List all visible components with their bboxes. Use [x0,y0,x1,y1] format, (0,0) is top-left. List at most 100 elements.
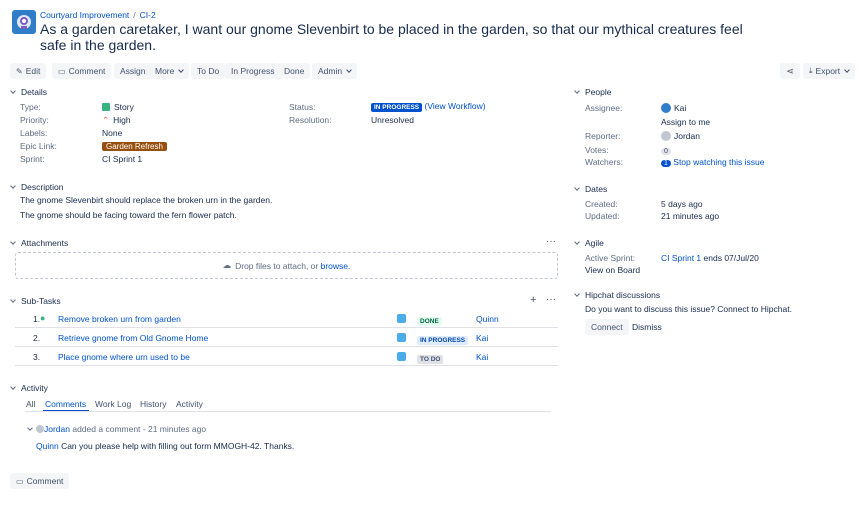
browse-link[interactable]: browse. [321,261,351,271]
breadcrumb-issue-key[interactable]: CI-2 [140,10,156,20]
tab-history[interactable]: History [140,399,166,409]
subtask-number: 2. [33,333,41,343]
attachments-more-icon[interactable]: ··· [546,236,556,247]
chevron-down-icon [574,291,580,297]
created-label: Created: [585,199,618,209]
subtask-assignee[interactable]: Kai [476,352,488,362]
subtask-summary[interactable]: Remove broken urn from garden [58,314,181,324]
comment-mention-link[interactable]: Quinn [36,441,59,451]
description-line-1[interactable]: The gnome Slevenbirt should replace the … [20,195,272,205]
chevron-down-icon[interactable] [27,425,33,431]
project-avatar[interactable] [12,10,36,34]
subtask-type-icon [397,352,406,361]
add-comment-button[interactable]: ▭ Comment [10,473,70,489]
comment-body: Quinn Can you please help with filling o… [36,441,295,451]
description-section-toggle[interactable]: Description [10,182,64,192]
chevron-down-icon [10,297,16,303]
chevron-down-icon [178,67,185,73]
to-do-button[interactable]: To Do [191,63,226,79]
assignee-label: Assignee: [585,103,623,113]
chevron-down-icon [574,88,580,94]
chevron-down-icon [346,67,352,73]
comment-header: Jordan added a comment - 21 minutes ago [27,424,207,434]
agile-section-toggle[interactable]: Agile [574,238,604,248]
active-sprint-label: Active Sprint: [585,253,636,263]
assign-to-me-link[interactable]: Assign to me [661,117,710,127]
status-badge: IN PROGRESS [371,103,423,112]
view-on-board-link[interactable]: View on Board [585,265,640,275]
tabs-divider [25,411,551,412]
reporter-label: Reporter: [585,131,621,141]
more-button[interactable]: More [149,63,190,79]
admin-button[interactable]: Admin [312,63,358,79]
activity-section-toggle[interactable]: Activity [10,383,48,393]
avatar [661,131,671,141]
dates-section-toggle[interactable]: Dates [574,184,607,194]
priority-label: Priority: [20,115,49,125]
tab-work-log[interactable]: Work Log [95,399,131,409]
view-workflow-link[interactable]: (View Workflow) [425,101,486,111]
labels-value: None [102,128,123,138]
tab-all[interactable]: All [26,399,35,409]
tab-activity[interactable]: Activity [176,399,203,409]
breadcrumb-project[interactable]: Courtyard Improvement [40,10,129,20]
comment-button[interactable]: ▭ Comment [52,63,112,79]
check-circle-icon: ● [40,313,46,323]
user-avatar-icon [36,425,44,433]
export-button[interactable]: ⤓ Export [803,63,856,79]
connect-button[interactable]: Connect [585,319,629,335]
watchers-count-badge: 1 [661,160,671,167]
pencil-icon: ✎ [16,66,23,76]
breadcrumb: Courtyard Improvement / CI-2 [40,10,156,20]
priority-high-icon: ⌃ [102,115,110,125]
chevron-down-icon [10,384,16,390]
subtask-type-icon [397,333,406,342]
story-icon [102,103,110,111]
subtask-row: 2. Retrieve gnome from Old Gnome Home IN… [15,329,558,347]
subtask-assignee[interactable]: Kai [476,333,488,343]
subtasks-section-toggle[interactable]: Sub-Tasks [10,296,61,306]
cloud-upload-icon: ☁ [222,260,232,270]
comment-author-link[interactable]: Jordan [44,424,70,434]
attachments-section-toggle[interactable]: Attachments [10,238,68,248]
labels-label: Labels: [20,128,48,138]
subtasks-more-icon[interactable]: ··· [546,294,556,305]
comment-icon: ▭ [16,476,24,486]
resolution-value: Unresolved [371,115,414,125]
epic-link-value[interactable]: Garden Refresh [102,141,167,151]
sprint-link[interactable]: CI Sprint 1 [661,253,701,263]
add-subtask-icon[interactable]: + [530,294,536,306]
comment-icon: ▭ [58,66,66,76]
share-button[interactable]: ⋖ [780,63,800,79]
subtask-summary[interactable]: Retrieve gnome from Old Gnome Home [58,333,208,343]
votes-value[interactable]: 0 [661,145,671,155]
dismiss-link[interactable]: Dismiss [632,322,662,332]
resolution-label: Resolution: [289,115,332,125]
avatar [661,103,671,113]
attachment-dropzone[interactable]: ☁ Drop files to attach, or browse. [15,252,558,279]
hipchat-section-toggle[interactable]: Hipchat discussions [574,290,660,300]
edit-button[interactable]: ✎ Edit [10,63,47,79]
people-section-toggle[interactable]: People [574,87,611,97]
share-icon: ⋖ [786,65,794,76]
active-sprint-value: CI Sprint 1 ends 07/Jul/20 [661,253,759,263]
subtask-assignee[interactable]: Quinn [476,314,499,324]
chevron-down-icon [574,239,580,245]
breadcrumb-separator: / [133,10,136,20]
comment-meta: added a comment - 21 minutes ago [72,424,207,434]
chevron-down-icon [574,185,580,191]
assign-button[interactable]: Assign [114,63,152,79]
chevron-down-icon [10,88,16,94]
in-progress-button[interactable]: In Progress [225,63,281,79]
tab-comments[interactable]: Comments [45,399,86,409]
subtask-row: 1. ● Remove broken urn from garden DONE … [15,310,558,328]
details-section-toggle[interactable]: Details [10,87,47,97]
stop-watching-link[interactable]: Stop watching this issue [673,157,764,167]
assignee-value: Kai [661,103,686,113]
done-button[interactable]: Done [278,63,311,79]
description-line-2[interactable]: The gnome should be facing toward the fe… [20,210,237,220]
subtask-summary[interactable]: Place gnome where urn used to be [58,352,190,362]
updated-value: 21 minutes ago [661,211,720,221]
reporter-value: Jordan [661,131,700,141]
chevron-down-icon [844,67,850,73]
